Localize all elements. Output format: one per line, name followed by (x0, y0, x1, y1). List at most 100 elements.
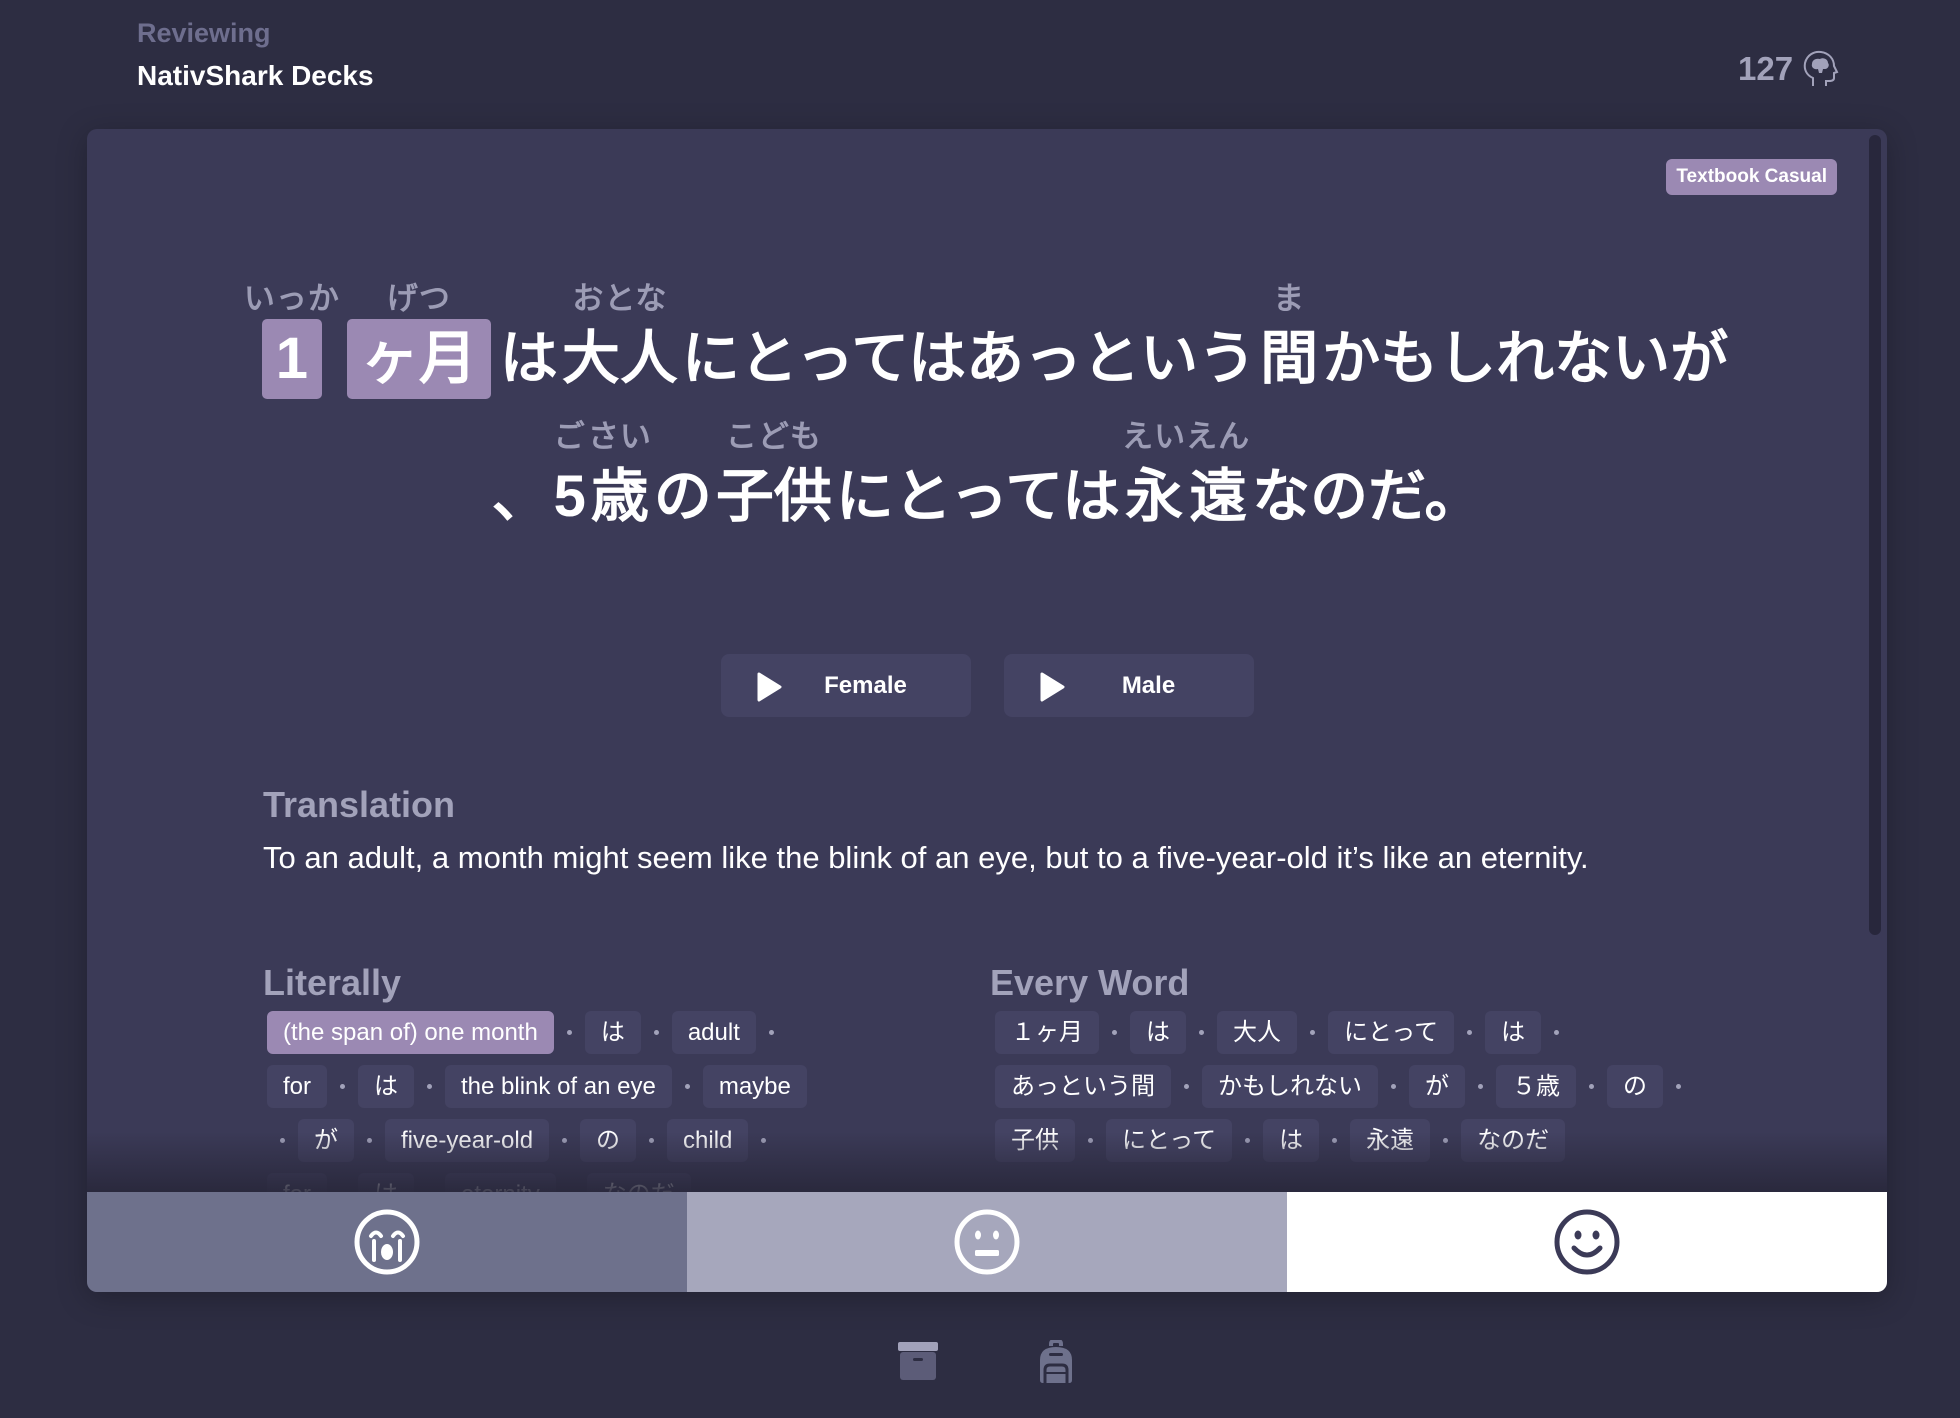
word-chip[interactable]: なのだ (1461, 1119, 1566, 1162)
separator-dot (1332, 1138, 1338, 1143)
word-chip[interactable]: は (358, 1173, 415, 1192)
word-chip[interactable]: は (1130, 1011, 1186, 1054)
sentence-segment[interactable]: にとってはあっという (680, 279, 1258, 399)
word-chip[interactable]: かもしれない (1202, 1065, 1378, 1108)
separator-dot (562, 1138, 568, 1143)
word-chip[interactable]: は (358, 1065, 415, 1108)
separator-dot (280, 1138, 285, 1143)
word-chip[interactable]: maybe (702, 1065, 807, 1108)
word-chip[interactable]: 永遠 (1350, 1119, 1431, 1162)
sentence-text: なのだ。 (1252, 464, 1483, 529)
separator-dot (1391, 1084, 1396, 1089)
separator-dot (684, 1084, 690, 1089)
footer-toolbar (0, 1340, 1960, 1390)
sentence-text: 1 (261, 319, 322, 399)
separator-dot (1184, 1084, 1189, 1089)
sentence-segment[interactable]: かもしれないが (1320, 279, 1730, 399)
play-female-audio-button[interactable]: Female (720, 654, 971, 717)
sentence-segment[interactable]: なのだ。 (1250, 417, 1484, 537)
sentence-segment[interactable]: ご5 (552, 417, 588, 537)
separator-dot (761, 1138, 767, 1143)
play-male-audio-button[interactable]: Male (1003, 654, 1254, 717)
translation-text: To an adult, a month might seem like the… (263, 840, 1589, 875)
sentence-segment[interactable]: えん遠 (1186, 417, 1250, 537)
word-chip[interactable]: adult (671, 1011, 756, 1054)
word-chip[interactable]: なのだ (586, 1173, 691, 1192)
deck-title: NativShark Decks (137, 60, 374, 91)
header-subtitle: Reviewing (137, 18, 271, 48)
word-chip[interactable]: にとって (1106, 1119, 1233, 1162)
word-chip[interactable]: は (584, 1011, 641, 1054)
word-chip[interactable]: for (267, 1173, 328, 1192)
sentence-segment[interactable]: は (498, 279, 560, 399)
backpack-icon[interactable] (1034, 1340, 1078, 1384)
separator-dot (1199, 1030, 1204, 1035)
neutral-face-icon (954, 1209, 1020, 1275)
sentence-segment[interactable]: の (652, 417, 714, 537)
sentence-text: 5 (553, 464, 586, 529)
literally-heading: Literally (263, 962, 402, 1003)
word-chip[interactable]: １ヶ月 (995, 1011, 1099, 1054)
sentence-text: かもしれないが (1322, 326, 1729, 391)
word-chip[interactable]: five-year-old (385, 1119, 550, 1162)
card-scrollbar[interactable] (1869, 135, 1881, 935)
word-chip[interactable]: 子供 (995, 1119, 1075, 1162)
separator-dot (427, 1084, 433, 1089)
sentence-segment[interactable]: ま間 (1258, 279, 1320, 399)
sentence-text: 間 (1260, 326, 1319, 391)
brain-head-icon (1803, 50, 1839, 86)
word-chip[interactable]: ５歳 (1496, 1065, 1576, 1108)
separator-dot (1589, 1084, 1594, 1089)
separator-dot (1467, 1030, 1473, 1035)
word-chip[interactable]: が (298, 1119, 354, 1162)
sentence-segment[interactable]: にとっては (834, 417, 1122, 537)
word-chip[interactable]: あっという間 (995, 1065, 1171, 1108)
word-chip[interactable]: the blink of an eye (445, 1065, 672, 1108)
highlighted-word[interactable]: いっか 1 (244, 279, 340, 399)
word-chip[interactable]: は (1263, 1119, 1320, 1162)
separator-dot (1443, 1138, 1449, 1143)
audio-buttons: Female Male (87, 654, 1887, 717)
rate-hard-button[interactable] (87, 1192, 687, 1292)
word-chip[interactable]: の (580, 1119, 637, 1162)
sentence-line-2: 、ご 5 さい歳 のこども 子供 にとっては えい永えん遠 なのだ。 (87, 419, 1887, 537)
formality-badge: Textbook Casual (1666, 159, 1837, 195)
sentence-text: 遠 (1189, 464, 1248, 529)
sentence-segment[interactable]: えい永 (1122, 417, 1186, 537)
separator-dot (1554, 1030, 1560, 1035)
literally-chips: (the span of) one month は adult for は the bli… (267, 1011, 827, 1192)
crying-face-icon (354, 1209, 420, 1275)
separator-dot (1112, 1030, 1117, 1035)
card-content: Textbook Casual いっか 1 げつ ヶ月 はおとな 大人 にとってはあっと… (87, 129, 1887, 1192)
word-chip[interactable]: 大人 (1217, 1011, 1297, 1054)
furigana: さい (587, 419, 652, 454)
word-chip[interactable]: for (267, 1065, 328, 1108)
word-chip[interactable]: child (667, 1119, 749, 1162)
sentence-text: ヶ月 (346, 319, 491, 399)
sentence-segment[interactable]: さい歳 (588, 417, 652, 537)
word-chip[interactable]: にとって (1328, 1011, 1455, 1054)
word-chip[interactable]: の (1607, 1065, 1663, 1108)
sentence-segment[interactable]: こども 子供 (714, 417, 834, 537)
sentence-segment[interactable]: 、 (490, 417, 552, 537)
archive-box-icon[interactable] (896, 1340, 940, 1384)
smiling-face-icon (1554, 1209, 1620, 1275)
sentence-text: 歳 (590, 464, 649, 529)
rate-ok-button[interactable] (687, 1192, 1287, 1292)
word-chip[interactable]: (the span of) one month (267, 1011, 554, 1054)
word-chip[interactable]: が (1409, 1065, 1465, 1108)
known-words-counter[interactable]: 127 (1738, 48, 1841, 90)
highlighted-word[interactable]: げつ ヶ月 (340, 279, 498, 399)
rate-easy-button[interactable] (1287, 1192, 1887, 1292)
separator-dot (1088, 1138, 1093, 1143)
word-chip[interactable]: eternity (445, 1173, 556, 1192)
sentence-line-1: いっか 1 げつ ヶ月 はおとな 大人 にとってはあっというま間 かもしれないが (87, 281, 1887, 399)
separator-dot (653, 1030, 659, 1035)
furigana: えい (1122, 419, 1187, 454)
female-label: Female (824, 671, 907, 699)
sentence-segment[interactable]: おとな 大人 (560, 279, 680, 399)
sentence-text: 永 (1125, 464, 1184, 529)
sentence-text: にとってはあっという (681, 326, 1257, 391)
word-chip[interactable]: は (1485, 1011, 1542, 1054)
furigana: おとな (572, 281, 668, 316)
